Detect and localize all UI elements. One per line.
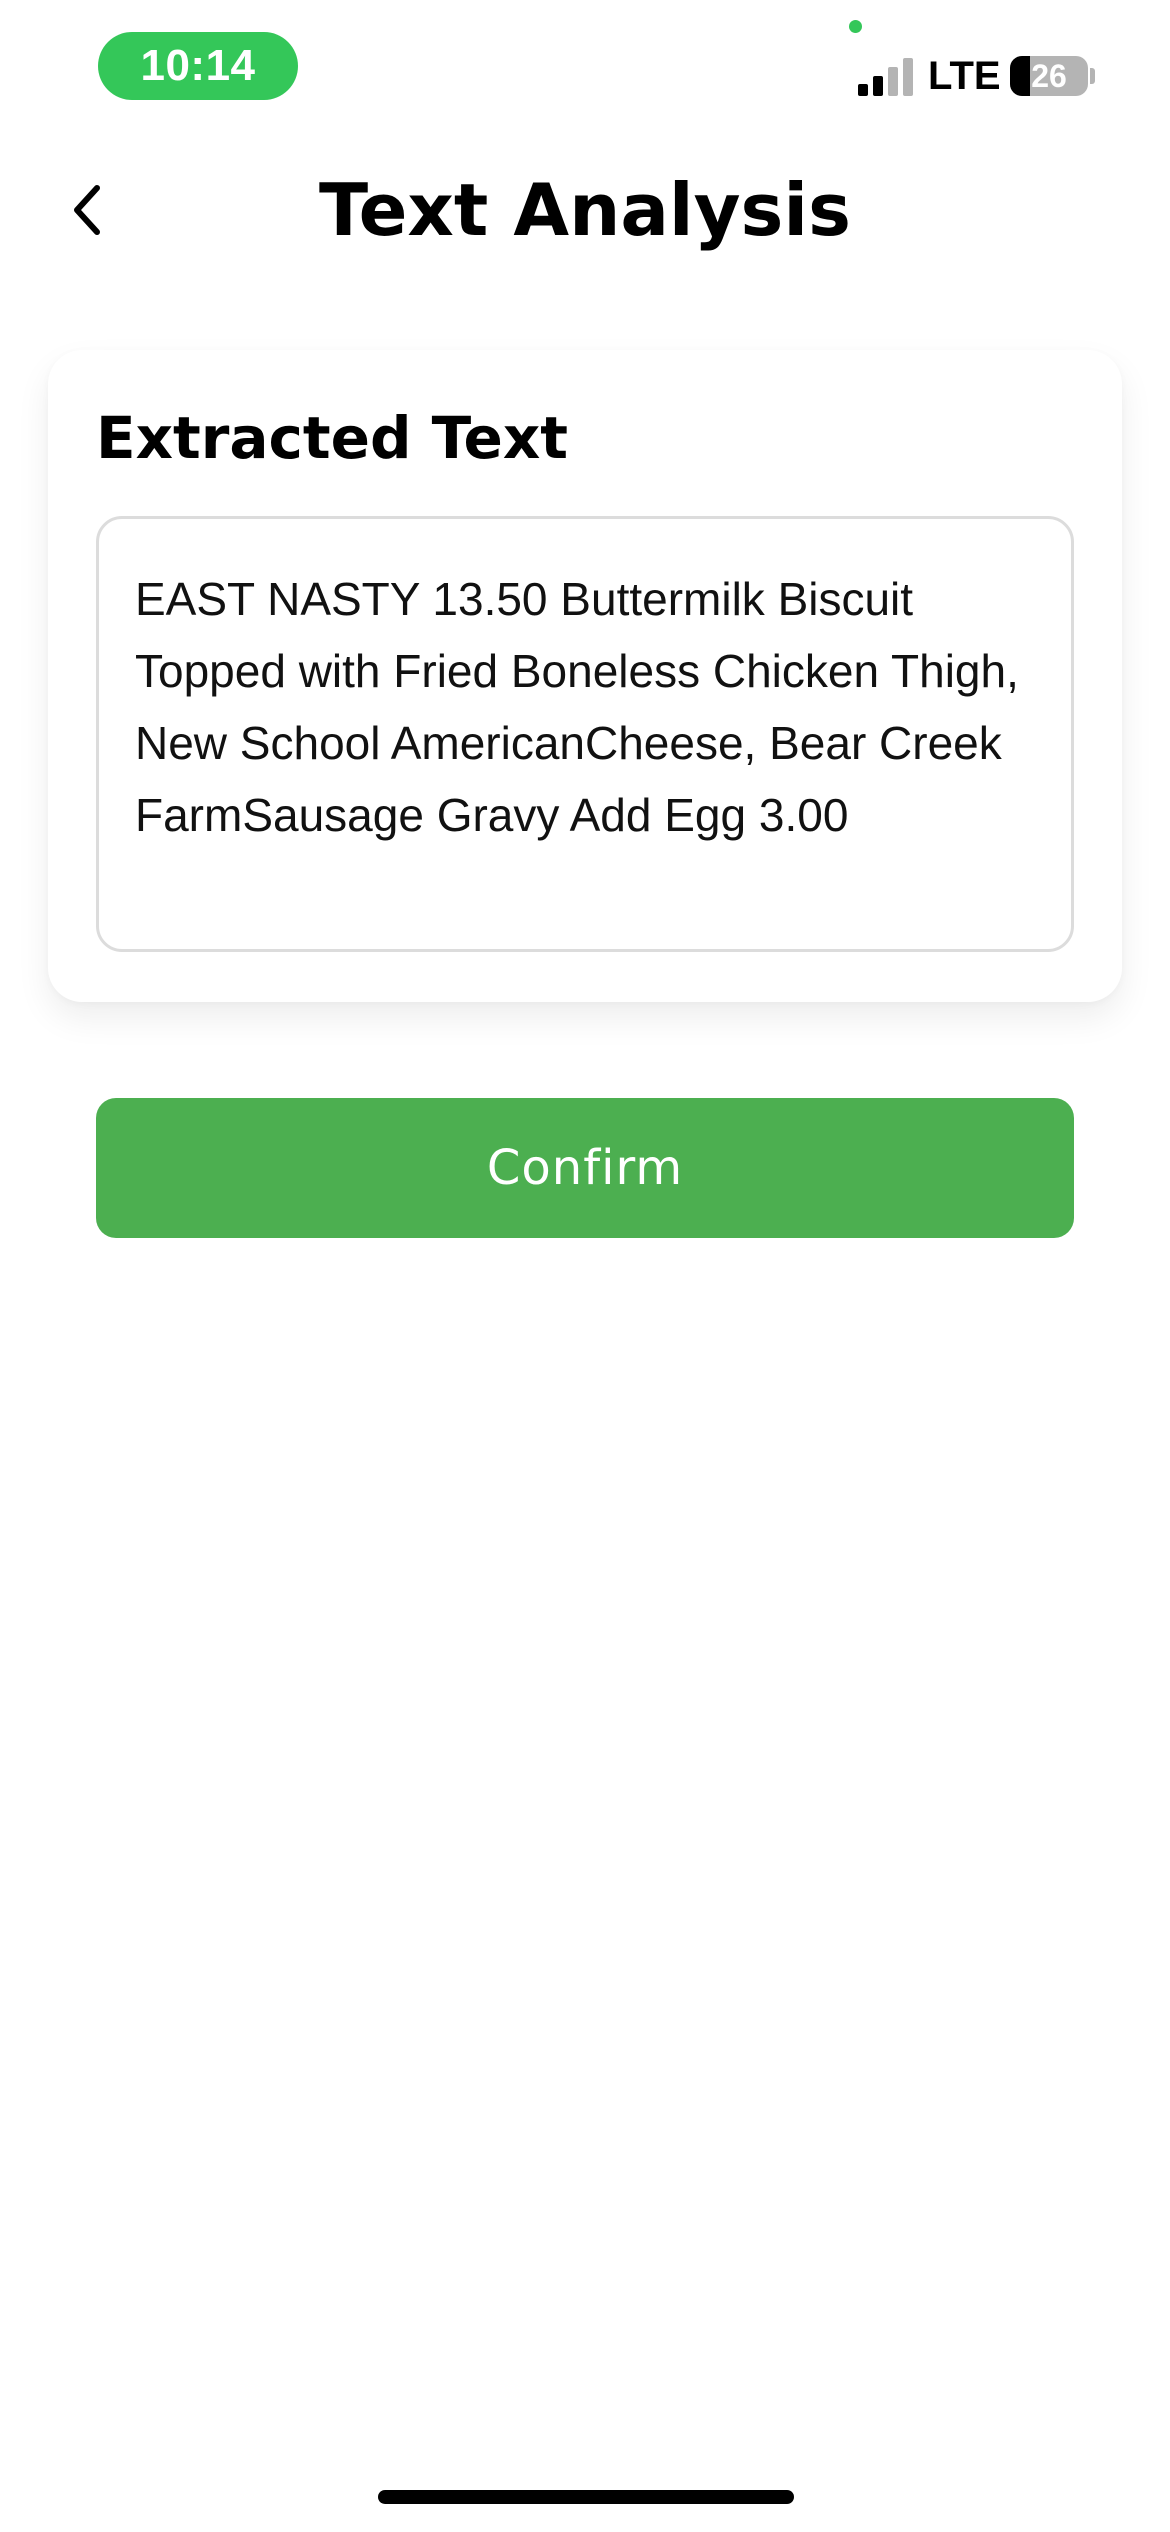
network-type-label: LTE (928, 54, 1001, 98)
battery-percent: 26 (1031, 57, 1067, 94)
signal-bar (888, 67, 898, 96)
page-title: Text Analysis (319, 168, 851, 252)
confirm-button[interactable]: Confirm (96, 1098, 1074, 1238)
extracted-text-field[interactable]: EAST NASTY 13.50 Buttermilk Biscuit Topp… (96, 516, 1074, 952)
time-pill[interactable]: 10:14 (98, 32, 298, 100)
extracted-text-card: Extracted Text EAST NASTY 13.50 Buttermi… (48, 350, 1122, 1002)
status-time: 10:14 (140, 41, 256, 90)
status-bar: 10:14 LTE 26 (0, 0, 1170, 130)
signal-bar (873, 76, 883, 96)
cellular-signal-icon (858, 58, 913, 96)
privacy-indicator-dot (849, 20, 862, 33)
card-heading: Extracted Text (96, 404, 568, 472)
home-indicator[interactable] (378, 2490, 794, 2504)
battery-icon: 26 (1010, 56, 1088, 96)
signal-bar (903, 58, 913, 96)
signal-bar (858, 84, 868, 96)
battery-cap (1090, 68, 1095, 84)
